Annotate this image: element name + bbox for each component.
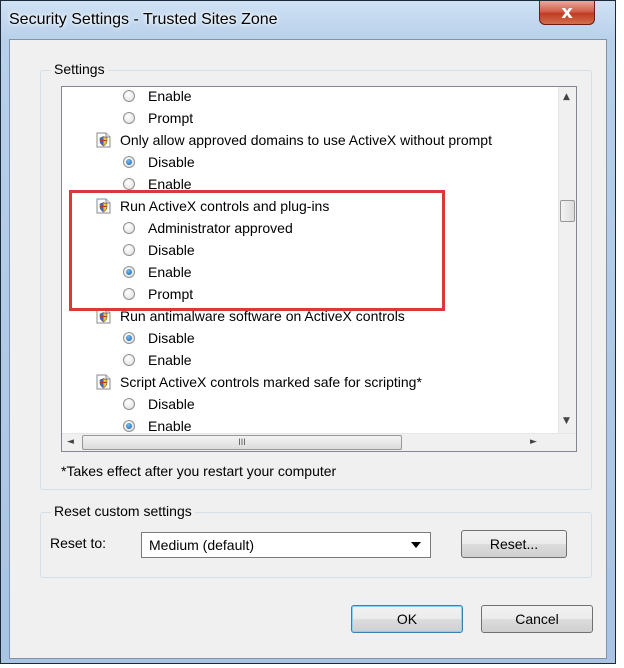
vertical-scroll-thumb[interactable] (560, 200, 575, 222)
option-label[interactable]: Disable (148, 393, 195, 415)
category-label: Run ActiveX controls and plug-ins (120, 198, 330, 214)
option-label[interactable]: Disable (148, 151, 195, 173)
title-bar[interactable]: Security Settings - Trusted Sites Zone x (1, 1, 615, 39)
option-label[interactable]: Enable (148, 261, 192, 283)
option-label[interactable]: Disable (148, 327, 195, 349)
scroll-down-icon[interactable]: ▼ (563, 416, 570, 426)
restart-note: *Takes effect after you restart your com… (61, 463, 337, 479)
reset-level-select[interactable]: Medium (default) (141, 532, 431, 558)
horizontal-scrollbar[interactable]: ◄ III ► (62, 433, 576, 451)
option-label[interactable]: Enable (148, 349, 192, 371)
security-settings-icon (96, 132, 111, 148)
radio-button[interactable] (123, 112, 135, 124)
close-button[interactable]: x (539, 1, 595, 25)
cancel-button[interactable]: Cancel (481, 605, 593, 633)
chevron-down-icon[interactable] (411, 542, 421, 548)
option-label[interactable]: Prompt (148, 283, 193, 305)
reset-level-value: Medium (default) (149, 537, 255, 553)
ok-button[interactable]: OK (351, 605, 463, 633)
reset-to-label: Reset to: (50, 535, 107, 551)
scroll-grip-icon: III (238, 437, 246, 447)
option-label[interactable]: Disable (148, 239, 195, 261)
security-settings-icon (96, 308, 111, 324)
horizontal-scroll-thumb[interactable]: III (82, 435, 402, 450)
settings-group-label: Settings (51, 61, 108, 77)
window-title: Security Settings - Trusted Sites Zone (9, 11, 278, 28)
radio-button[interactable] (123, 222, 135, 234)
option-label[interactable]: Enable (148, 173, 192, 195)
radio-button[interactable] (123, 332, 135, 344)
option-label[interactable]: Administrator approved (148, 217, 293, 239)
category-label: Script ActiveX controls marked safe for … (120, 374, 422, 390)
scroll-up-icon[interactable]: ▲ (563, 92, 570, 102)
option-label[interactable]: Prompt (148, 107, 193, 129)
scroll-left-icon[interactable]: ◄ (67, 437, 74, 447)
radio-button[interactable] (123, 178, 135, 190)
category-label: Run antimalware software on ActiveX cont… (120, 308, 405, 324)
security-settings-icon (96, 198, 111, 214)
radio-button[interactable] (123, 420, 135, 432)
radio-button[interactable] (123, 398, 135, 410)
vertical-scrollbar[interactable]: ▲ ▼ (558, 87, 576, 435)
security-settings-icon (96, 374, 111, 390)
radio-button[interactable] (123, 156, 135, 168)
radio-button[interactable] (123, 90, 135, 102)
close-icon: x (561, 2, 573, 23)
radio-button[interactable] (123, 288, 135, 300)
category-label: Only allow approved domains to use Activ… (120, 132, 492, 148)
radio-button[interactable] (123, 354, 135, 366)
scroll-right-icon[interactable]: ► (530, 437, 537, 447)
reset-button[interactable]: Reset... (461, 530, 567, 558)
reset-group-label: Reset custom settings (51, 503, 195, 519)
radio-button[interactable] (123, 244, 135, 256)
option-label[interactable]: Enable (148, 87, 192, 107)
settings-list[interactable]: Enable Prompt Only allow approved domains … (61, 86, 577, 452)
radio-button[interactable] (123, 266, 135, 278)
